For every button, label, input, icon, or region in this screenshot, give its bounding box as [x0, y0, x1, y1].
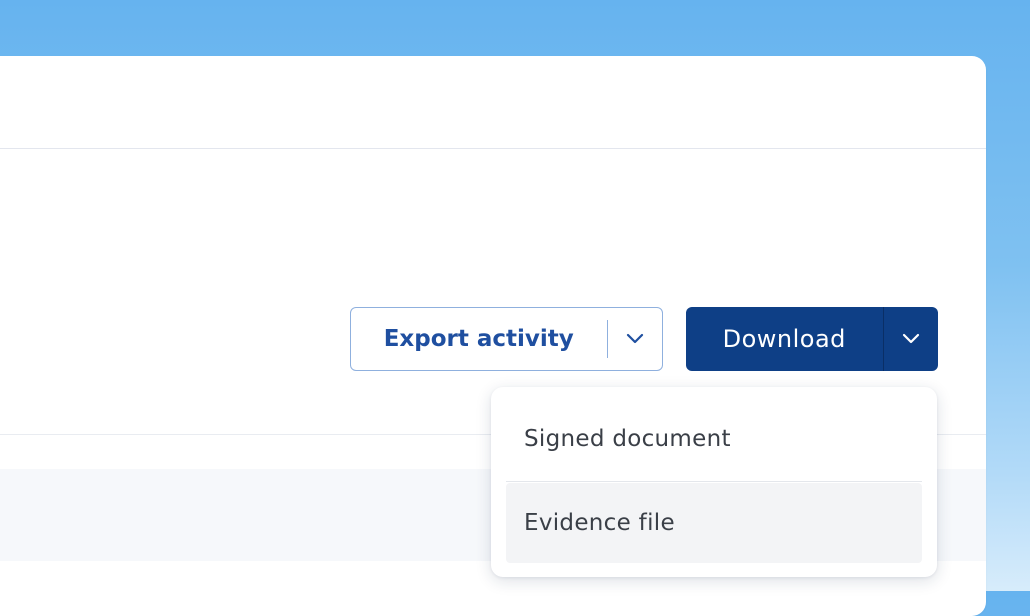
download-options-toggle[interactable] [884, 307, 938, 371]
export-activity-split-button: Export activity [350, 307, 663, 371]
menu-item-signed-document[interactable]: Signed document [506, 397, 922, 481]
menu-divider [506, 481, 922, 482]
download-split-button: Download [686, 307, 938, 371]
chevron-down-icon [902, 333, 920, 344]
download-dropdown-menu: Signed document Evidence file [491, 387, 937, 577]
menu-item-evidence-file[interactable]: Evidence file [506, 483, 922, 563]
download-button[interactable]: Download [686, 307, 883, 371]
panel-header [0, 56, 986, 149]
chevron-down-icon [626, 333, 644, 344]
export-options-toggle[interactable] [608, 308, 662, 370]
export-activity-button[interactable]: Export activity [351, 308, 607, 370]
